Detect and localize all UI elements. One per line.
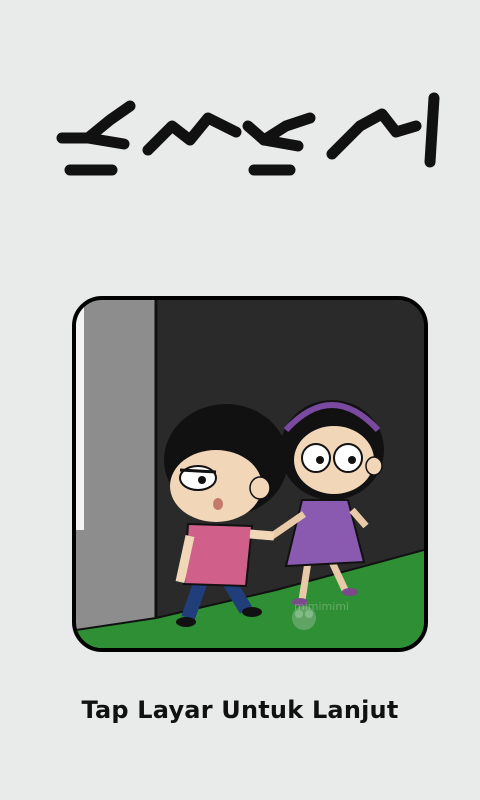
app-logo	[56, 92, 440, 176]
comic-scene	[76, 300, 424, 648]
watermark-text: mimimimi	[294, 600, 350, 613]
splash-illustration[interactable]: mimimimi	[72, 296, 428, 652]
tap-to-continue-label[interactable]: Tap Layar Untuk Lanjut	[0, 696, 480, 724]
